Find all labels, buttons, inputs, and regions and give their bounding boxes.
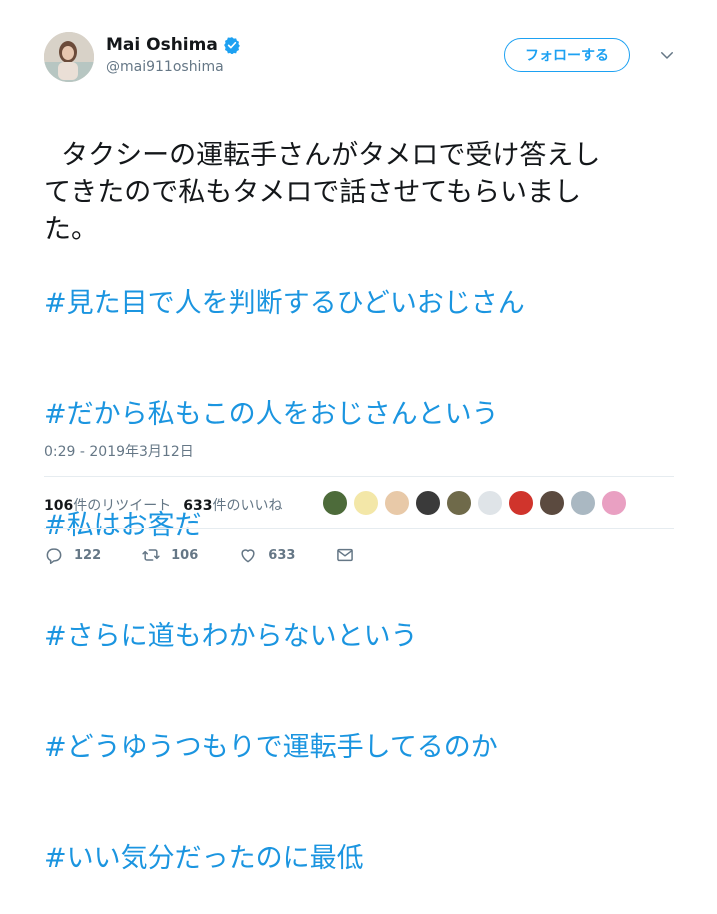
reply-icon — [46, 548, 62, 565]
like-stat-count: 633 — [183, 498, 213, 514]
hashtag-link[interactable]: #見た目で人を判断するひどいおじさん — [44, 285, 684, 322]
follow-button[interactable]: フォローする — [504, 38, 630, 72]
avatar[interactable] — [384, 490, 410, 516]
envelope-icon — [337, 548, 354, 562]
hashtag-link[interactable]: #いい気分だったのに最低 — [44, 840, 684, 877]
verified-badge-icon — [223, 37, 240, 54]
avatar[interactable] — [446, 490, 472, 516]
divider — [44, 528, 674, 529]
hashtag-link[interactable]: #どうゆうつもりで運転手してるのか — [44, 729, 684, 766]
retweet-count: 106 — [171, 547, 199, 563]
tweet-body: タクシーの運転手さんがタメロで受け答えし てきたので私もタメロで話させてもらいま… — [44, 140, 601, 245]
like-button[interactable]: 633 — [238, 545, 295, 565]
display-name-text[interactable]: Mai Oshima — [106, 34, 218, 56]
engagement-stats: 106件のリツイート 633件のいいね — [44, 485, 294, 525]
avatar[interactable] — [322, 490, 348, 516]
tweet-header: Mai Oshima @mai911oshima フォローする — [44, 32, 684, 88]
hashtag-link[interactable]: #さらに道もわからないという — [44, 618, 684, 655]
retweet-stat-label: 件のリツイート — [73, 498, 172, 514]
like-count: 633 — [268, 547, 296, 563]
retweet-icon — [142, 549, 160, 561]
divider — [44, 476, 674, 477]
retweet-button[interactable]: 106 — [141, 545, 198, 565]
avatar[interactable] — [477, 490, 503, 516]
retweet-stat[interactable]: 106件のリツイート — [44, 495, 171, 515]
reply-button[interactable]: 122 — [44, 545, 101, 565]
reply-count: 122 — [74, 547, 102, 563]
tweet-actions: 122 106 633 — [44, 545, 405, 565]
user-handle[interactable]: @mai911oshima — [106, 56, 241, 78]
like-stat-label: 件のいいね — [212, 498, 283, 514]
hashtag-link[interactable]: #だから私もこの人をおじさんという — [44, 396, 684, 433]
heart-icon — [241, 549, 255, 563]
like-stat[interactable]: 633件のいいね — [183, 495, 282, 515]
avatar[interactable] — [415, 490, 441, 516]
tweet-timestamp[interactable]: 0:29 - 2019年3月12日 — [44, 441, 194, 461]
direct-message-button[interactable] — [335, 545, 365, 565]
avatar[interactable] — [353, 490, 379, 516]
avatar[interactable] — [44, 32, 94, 82]
chevron-down-icon[interactable] — [658, 46, 676, 64]
avatar[interactable] — [508, 490, 534, 516]
display-name[interactable]: Mai Oshima — [106, 34, 241, 56]
avatar[interactable] — [539, 490, 565, 516]
retweet-stat-count: 106 — [44, 498, 74, 514]
liker-avatars — [322, 490, 632, 516]
avatar[interactable] — [601, 490, 627, 516]
avatar[interactable] — [570, 490, 596, 516]
